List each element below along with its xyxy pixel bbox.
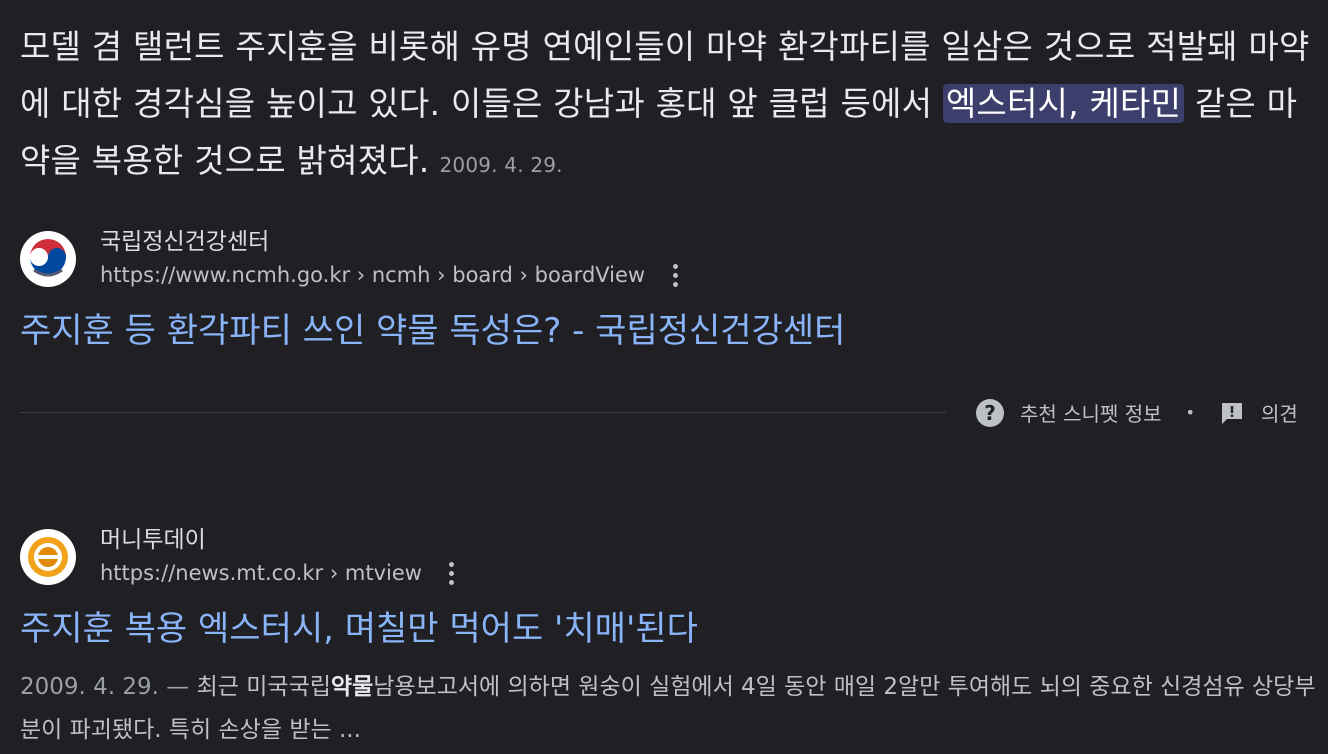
result-snippet-text: 최근 미국국립 bbox=[189, 674, 331, 700]
search-result-1: 국립정신건강센터 https://www.ncmh.go.kr › ncmh ›… bbox=[20, 226, 845, 356]
result-title-link[interactable]: 주지훈 등 환각파티 쓰인 약물 독성은? - 국립정신건강센터 bbox=[20, 306, 845, 356]
result-source-row[interactable]: 머니투데이 https://news.mt.co.kr › mtview bbox=[20, 524, 698, 590]
more-options-icon[interactable] bbox=[442, 558, 462, 588]
result-url: https://www.ncmh.go.kr › ncmh › board › … bbox=[100, 263, 646, 287]
result-title-link[interactable]: 주지훈 복용 엑스터시, 며칠만 먹어도 '치매'된다 bbox=[20, 604, 698, 654]
result-snippet: 2009. 4. 29. — 최근 미국국립약물남용보고서에 의하면 원숭이 실… bbox=[20, 666, 1320, 752]
snippet-date: 2009. 4. 29. bbox=[439, 153, 563, 177]
result-source-row[interactable]: 국립정신건강센터 https://www.ncmh.go.kr › ncmh ›… bbox=[20, 226, 845, 292]
more-options-icon[interactable] bbox=[665, 260, 685, 290]
snippet-footer: ? 추천 스니펫 정보 • 의견 bbox=[976, 398, 1298, 427]
divider bbox=[20, 412, 946, 413]
result-source-name: 국립정신건강센터 bbox=[100, 229, 270, 255]
result-source-name: 머니투데이 bbox=[100, 527, 206, 553]
feedback-link[interactable]: 의견 bbox=[1261, 398, 1298, 427]
search-result-2: 머니투데이 https://news.mt.co.kr › mtview 주지훈… bbox=[20, 524, 698, 654]
help-icon[interactable]: ? bbox=[976, 398, 1004, 427]
snippet-highlight: 엑스터시, 케타민 bbox=[942, 84, 1185, 123]
separator-dot: • bbox=[1185, 403, 1195, 422]
money-today-logo-icon bbox=[20, 529, 76, 585]
result-snippet-date: 2009. 4. 29. — bbox=[20, 674, 190, 700]
feedback-icon[interactable] bbox=[1219, 400, 1245, 426]
featured-snippet: 모델 겸 탤런트 주지훈을 비롯해 유명 연예인들이 마약 환각파티를 일삼은 … bbox=[20, 18, 1320, 194]
result-snippet-bold: 약물 bbox=[330, 674, 374, 700]
about-featured-snippets-link[interactable]: 추천 스니펫 정보 bbox=[1020, 398, 1162, 427]
result-url: https://news.mt.co.kr › mtview bbox=[100, 561, 422, 585]
korean-government-emblem-icon bbox=[20, 231, 76, 287]
